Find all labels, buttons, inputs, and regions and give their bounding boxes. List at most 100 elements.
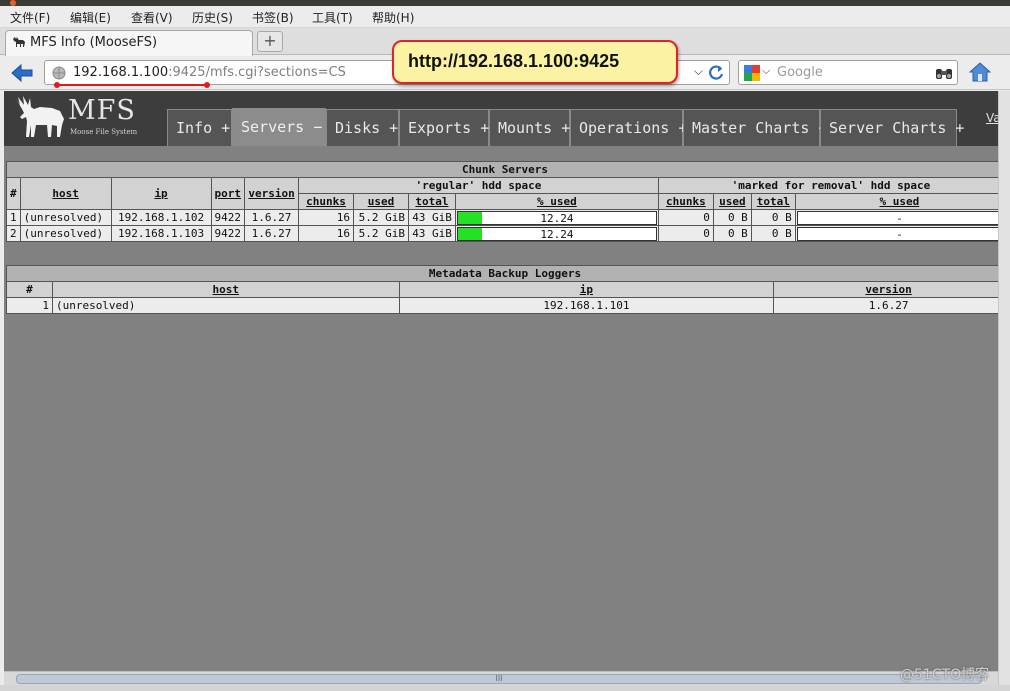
tab-disks[interactable]: Disks + <box>326 109 399 146</box>
cell-version: 1.6.27 <box>773 297 998 314</box>
table-row: 1 (unresolved) 192.168.1.102 9422 1.6.27… <box>6 209 998 226</box>
metaloggers-caption: Metadata Backup Loggers <box>6 265 998 282</box>
cell-num: 2 <box>6 225 21 242</box>
cell-ip: 192.168.1.101 <box>398 297 775 314</box>
mfs-page: MFS Moose File System Info + Servers − D… <box>4 91 998 671</box>
chunk-servers-caption: Chunk Servers <box>6 161 998 178</box>
tab-mounts[interactable]: Mounts + <box>489 109 570 146</box>
cell-m-used: 0 B <box>712 225 752 242</box>
cell-m-chunks: 0 <box>657 225 714 242</box>
col-num: # <box>6 177 21 210</box>
cell-m-pct-used: - <box>794 225 998 242</box>
tab-servers[interactable]: Servers − <box>232 108 326 146</box>
col-chunks[interactable]: chunks <box>298 193 354 210</box>
cell-host: (unresolved) <box>19 225 112 242</box>
cell-m-chunks: 0 <box>657 209 714 226</box>
mfs-logo: MFS Moose File System <box>14 95 144 141</box>
url-text: 192.168.1.100:9425/mfs.cgi?sections=CS <box>73 65 346 80</box>
cell-port: 9422 <box>210 209 246 226</box>
col-pct-used[interactable]: % used <box>454 193 659 210</box>
menu-view[interactable]: 查看(V) <box>131 9 173 26</box>
menu-tools[interactable]: 工具(T) <box>312 9 353 26</box>
reload-icon[interactable] <box>707 64 725 82</box>
col-version[interactable]: version <box>244 177 300 210</box>
col-host[interactable]: host <box>19 177 112 210</box>
cell-m-total: 0 B <box>750 209 796 226</box>
tab-master-charts[interactable]: Master Charts + <box>683 109 827 146</box>
col-m-chunks[interactable]: chunks <box>657 193 714 210</box>
url-host: 192.168.1.100 <box>73 65 169 80</box>
back-arrow-icon[interactable] <box>8 61 36 85</box>
tab-operations[interactable]: Operations + <box>570 109 687 146</box>
chunk-servers-table: Chunk Servers # host ip port version 're… <box>6 161 998 242</box>
cell-m-total: 0 B <box>750 225 796 242</box>
usage-bar: 12.24 <box>456 226 657 241</box>
search-bar[interactable]: ⌵ Google <box>738 60 958 85</box>
home-icon[interactable] <box>968 61 992 83</box>
col-ip[interactable]: ip <box>398 281 775 298</box>
cell-pct-used: 12.24 <box>454 209 659 226</box>
col-num: # <box>6 281 53 298</box>
tab-server-charts[interactable]: Server Charts + <box>820 109 964 146</box>
new-tab-button[interactable]: + <box>257 31 283 52</box>
menu-help[interactable]: 帮助(H) <box>372 9 414 26</box>
col-m-used[interactable]: used <box>712 193 752 210</box>
google-search-engine-icon[interactable] <box>744 65 760 81</box>
browser-tab[interactable]: MFS Info (MooseFS) <box>5 30 253 56</box>
col-total[interactable]: total <box>407 193 456 210</box>
metaloggers-table: Metadata Backup Loggers # host ip versio… <box>6 265 998 314</box>
menu-history[interactable]: 历史(S) <box>192 9 233 26</box>
cell-ip: 192.168.1.103 <box>110 225 212 242</box>
menu-file[interactable]: 文件(F) <box>10 9 50 26</box>
usage-bar-value: 12.24 <box>540 211 574 225</box>
table-row: 1 (unresolved) 192.168.1.101 1.6.27 <box>6 297 998 314</box>
col-ip[interactable]: ip <box>110 177 212 210</box>
cell-chunks: 16 <box>298 225 354 242</box>
cell-pct-used: 12.24 <box>454 225 659 242</box>
search-placeholder: Google <box>777 65 823 80</box>
url-path: :9425/mfs.cgi?sections=CS <box>168 65 346 80</box>
cell-host: (unresolved) <box>51 297 400 314</box>
cell-total: 43 GiB <box>407 209 456 226</box>
url-dropdown-icon[interactable]: ⌵ <box>694 64 703 79</box>
url-highlight-underline <box>54 82 210 88</box>
url-callout-annotation: http://192.168.1.100:9425 <box>392 40 678 84</box>
usage-bar: - <box>796 226 998 241</box>
cell-used: 5.2 GiB <box>352 225 409 242</box>
vertical-scrollbar[interactable] <box>998 91 1010 691</box>
tab-exports[interactable]: Exports + <box>399 109 489 146</box>
menu-bar: 文件(F) 编辑(E) 查看(V) 历史(S) 书签(B) 工具(T) 帮助(H… <box>0 6 1010 28</box>
usage-bar-value: 12.24 <box>540 227 574 241</box>
chevron-down-icon[interactable]: ⌵ <box>762 64 770 78</box>
cell-version: 1.6.27 <box>244 225 300 242</box>
col-host[interactable]: host <box>51 281 400 298</box>
cell-chunks: 16 <box>298 209 354 226</box>
globe-icon <box>52 66 66 80</box>
col-m-total[interactable]: total <box>750 193 796 210</box>
cell-ip: 192.168.1.102 <box>110 209 212 226</box>
moose-favicon-icon <box>13 37 25 47</box>
logo-title: MFS <box>68 95 136 126</box>
moose-logo-icon <box>16 96 64 137</box>
col-used[interactable]: used <box>352 193 409 210</box>
scrollbar-thumb[interactable]: III <box>16 674 982 684</box>
usage-bar: - <box>796 210 998 225</box>
table-row: 2 (unresolved) 192.168.1.103 9422 1.6.27… <box>6 225 998 242</box>
nav-extra-link[interactable]: Va <box>986 111 998 125</box>
tab-info[interactable]: Info + <box>167 109 232 146</box>
binoculars-icon[interactable] <box>935 65 953 81</box>
cell-version: 1.6.27 <box>244 209 300 226</box>
cell-port: 9422 <box>210 225 246 242</box>
col-port[interactable]: port <box>210 177 246 210</box>
col-version[interactable]: version <box>773 281 998 298</box>
col-m-pct-used[interactable]: % used <box>794 193 998 210</box>
horizontal-scrollbar[interactable]: III <box>4 671 998 685</box>
mfs-header: MFS Moose File System Info + Servers − D… <box>4 91 998 146</box>
usage-bar-value: - <box>896 227 903 241</box>
cell-num: 1 <box>6 209 21 226</box>
menu-bookmarks[interactable]: 书签(B) <box>252 9 294 26</box>
cell-m-pct-used: - <box>794 209 998 226</box>
cell-m-used: 0 B <box>712 209 752 226</box>
menu-edit[interactable]: 编辑(E) <box>70 9 111 26</box>
watermark: @51CTO博客 <box>900 667 990 683</box>
